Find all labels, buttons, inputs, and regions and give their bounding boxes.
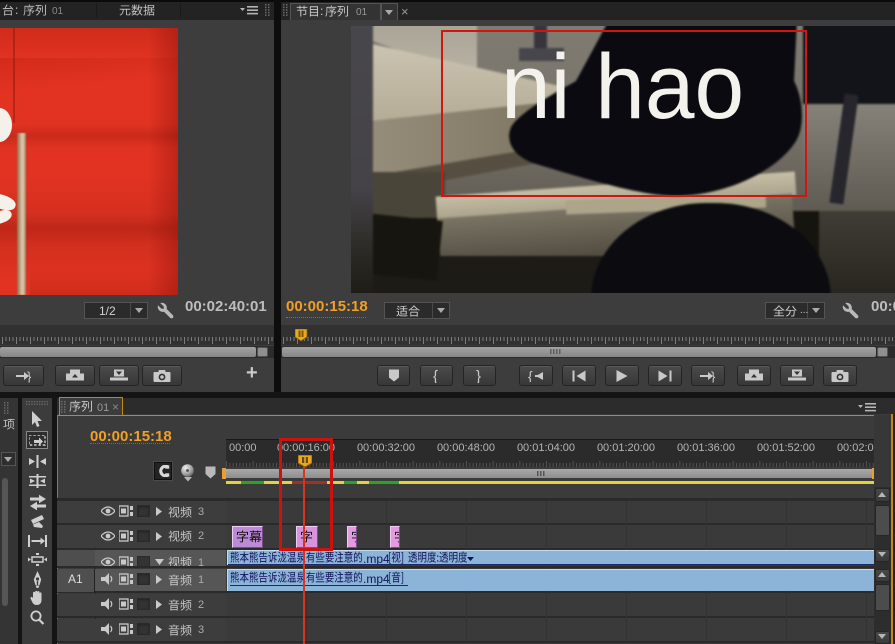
svg-text:}: } bbox=[476, 369, 481, 383]
svg-text:}: } bbox=[711, 369, 716, 382]
svg-text:}: } bbox=[27, 369, 32, 382]
svg-text:{: { bbox=[528, 370, 533, 382]
svg-text:{: { bbox=[433, 369, 438, 383]
